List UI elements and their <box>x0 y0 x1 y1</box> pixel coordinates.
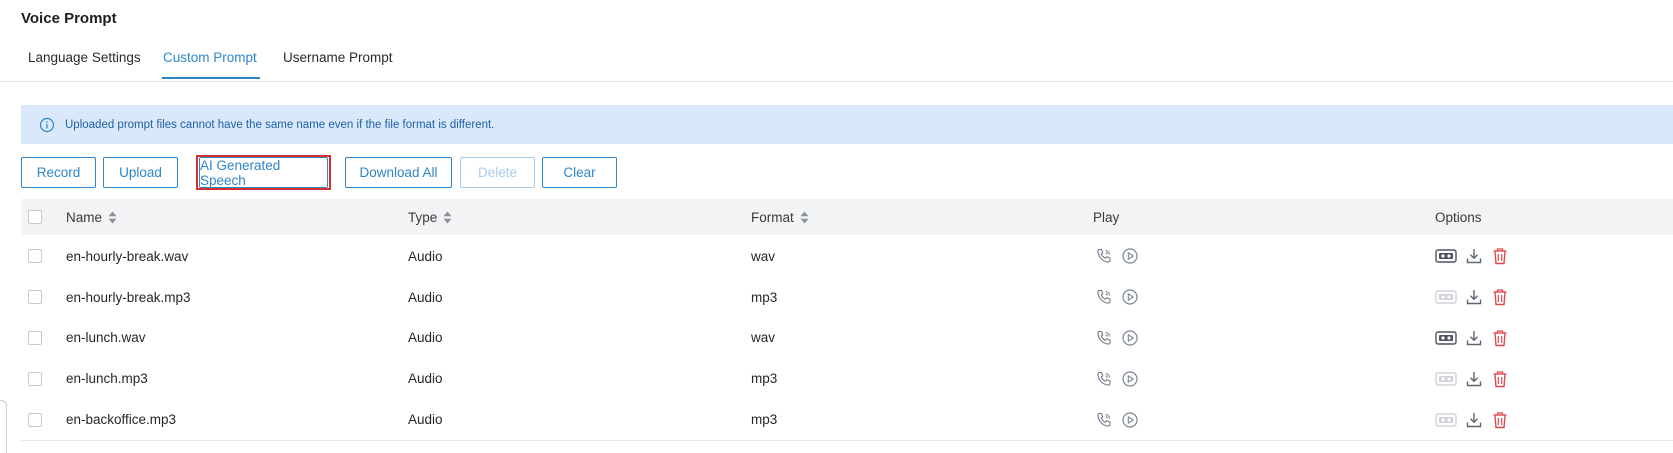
column-type-label: Type <box>408 209 438 225</box>
notice-text: Uploaded prompt files cannot have the sa… <box>65 118 495 131</box>
tab-bar: Language Settings Custom Prompt Username… <box>0 44 1673 82</box>
phone-play-icon[interactable] <box>1093 368 1115 390</box>
row-name: en-lunch.mp3 <box>66 371 148 387</box>
ai-generated-speech-button[interactable]: AI Generated Speech <box>199 157 328 188</box>
row-checkbox[interactable] <box>28 330 42 345</box>
sort-icon[interactable] <box>108 211 117 224</box>
record-button[interactable]: Record <box>21 157 96 188</box>
convert-icon <box>1433 368 1459 390</box>
row-format: mp3 <box>751 412 778 428</box>
convert-icon[interactable] <box>1433 245 1459 267</box>
sort-icon[interactable] <box>800 211 809 224</box>
page-title: Voice Prompt <box>21 10 117 27</box>
tab-custom-prompt[interactable]: Custom Prompt <box>162 44 260 79</box>
phone-play-icon[interactable] <box>1093 245 1115 267</box>
download-icon[interactable] <box>1463 409 1485 431</box>
delete-icon[interactable] <box>1489 409 1511 431</box>
info-icon <box>39 117 55 133</box>
play-icon[interactable] <box>1119 409 1141 431</box>
table-row: en-hourly-break.wav Audio wav <box>21 236 1673 278</box>
column-format-label: Format <box>751 209 794 225</box>
tab-language-settings[interactable]: Language Settings <box>28 44 141 79</box>
phone-play-icon[interactable] <box>1093 409 1115 431</box>
download-icon[interactable] <box>1463 286 1485 308</box>
column-header-name[interactable]: Name <box>66 199 117 235</box>
download-icon[interactable] <box>1463 368 1485 390</box>
row-type: Audio <box>408 330 443 346</box>
upload-button[interactable]: Upload <box>103 157 178 188</box>
row-name: en-hourly-break.wav <box>66 248 189 264</box>
row-type: Audio <box>408 248 443 264</box>
play-icon[interactable] <box>1119 327 1141 349</box>
info-notice: Uploaded prompt files cannot have the sa… <box>21 105 1673 144</box>
convert-icon <box>1433 409 1459 431</box>
download-icon[interactable] <box>1463 245 1485 267</box>
table-row: en-backoffice.mp3 Audio mp3 <box>21 399 1673 441</box>
row-format: mp3 <box>751 289 778 305</box>
side-panel-handle[interactable] <box>0 400 7 453</box>
tab-username-prompt[interactable]: Username Prompt <box>283 44 393 79</box>
sort-icon[interactable] <box>443 211 452 224</box>
row-checkbox[interactable] <box>28 249 42 264</box>
table-row: en-lunch.mp3 Audio mp3 <box>21 358 1673 401</box>
row-checkbox[interactable] <box>28 412 42 427</box>
play-icon[interactable] <box>1119 245 1141 267</box>
row-type: Audio <box>408 289 443 305</box>
table-row: en-lunch.wav Audio wav <box>21 317 1673 360</box>
column-header-options: Options <box>1435 209 1482 225</box>
row-checkbox[interactable] <box>28 371 42 386</box>
play-icon[interactable] <box>1119 368 1141 390</box>
column-header-format[interactable]: Format <box>751 199 809 235</box>
delete-icon[interactable] <box>1489 245 1511 267</box>
delete-icon[interactable] <box>1489 368 1511 390</box>
select-all-checkbox[interactable] <box>28 210 42 224</box>
column-header-play: Play <box>1093 209 1120 225</box>
row-format: wav <box>751 248 776 264</box>
delete-icon[interactable] <box>1489 327 1511 349</box>
download-icon[interactable] <box>1463 327 1485 349</box>
convert-icon <box>1433 286 1459 308</box>
delete-button[interactable]: Delete <box>460 157 535 188</box>
row-type: Audio <box>408 412 443 428</box>
download-all-button[interactable]: Download All <box>345 157 452 188</box>
play-icon[interactable] <box>1119 286 1141 308</box>
row-format: mp3 <box>751 371 778 387</box>
row-type: Audio <box>408 371 443 387</box>
phone-play-icon[interactable] <box>1093 286 1115 308</box>
row-name: en-backoffice.mp3 <box>66 412 177 428</box>
row-name: en-lunch.wav <box>66 330 146 346</box>
column-header-type[interactable]: Type <box>408 199 452 235</box>
table-header: Name Type Format Play Options <box>21 199 1673 235</box>
table-row: en-hourly-break.mp3 Audio mp3 <box>21 276 1673 319</box>
phone-play-icon[interactable] <box>1093 327 1115 349</box>
clear-button[interactable]: Clear <box>542 157 617 188</box>
row-checkbox[interactable] <box>28 290 42 305</box>
row-format: wav <box>751 330 776 346</box>
delete-icon[interactable] <box>1489 286 1511 308</box>
convert-icon[interactable] <box>1433 327 1459 349</box>
row-name: en-hourly-break.mp3 <box>66 289 191 305</box>
column-name-label: Name <box>66 209 103 225</box>
